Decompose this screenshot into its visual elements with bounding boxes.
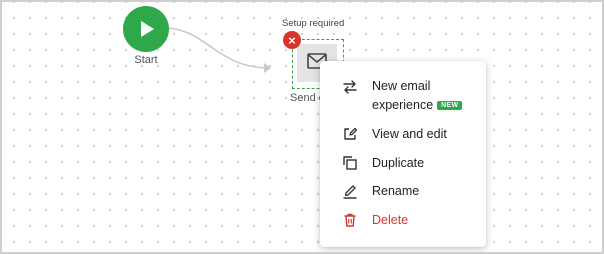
menu-item-rename[interactable]: Rename <box>320 182 486 200</box>
menu-item-label-line2: experience NEW <box>372 98 463 112</box>
menu-item-duplicate[interactable]: Duplicate <box>320 154 486 172</box>
trash-icon <box>342 212 358 228</box>
rename-icon <box>342 183 358 199</box>
context-menu: New email experience NEW View and edit Du… <box>320 61 486 247</box>
menu-item-label: Delete <box>372 213 409 227</box>
menu-item-label: New email <box>372 79 431 93</box>
duplicate-icon <box>342 155 358 171</box>
swap-arrows-icon <box>342 79 358 95</box>
play-icon <box>135 18 157 40</box>
flow-canvas[interactable]: Start Setup required × Send e New email … <box>0 0 604 254</box>
menu-item-new-email-experience[interactable]: New email experience NEW <box>320 75 486 115</box>
menu-item-label: View and edit <box>372 127 447 141</box>
edit-icon <box>342 126 358 142</box>
menu-item-label: Rename <box>372 184 420 198</box>
new-badge: NEW <box>437 101 463 111</box>
close-icon[interactable]: × <box>283 31 301 49</box>
menu-item-delete[interactable]: Delete <box>320 211 486 229</box>
start-node-label: Start <box>134 54 158 66</box>
menu-item-label: Duplicate <box>372 156 425 170</box>
start-node[interactable] <box>123 6 169 52</box>
setup-required-label: Setup required <box>282 18 345 29</box>
menu-item-view-and-edit[interactable]: View and edit <box>320 125 486 143</box>
